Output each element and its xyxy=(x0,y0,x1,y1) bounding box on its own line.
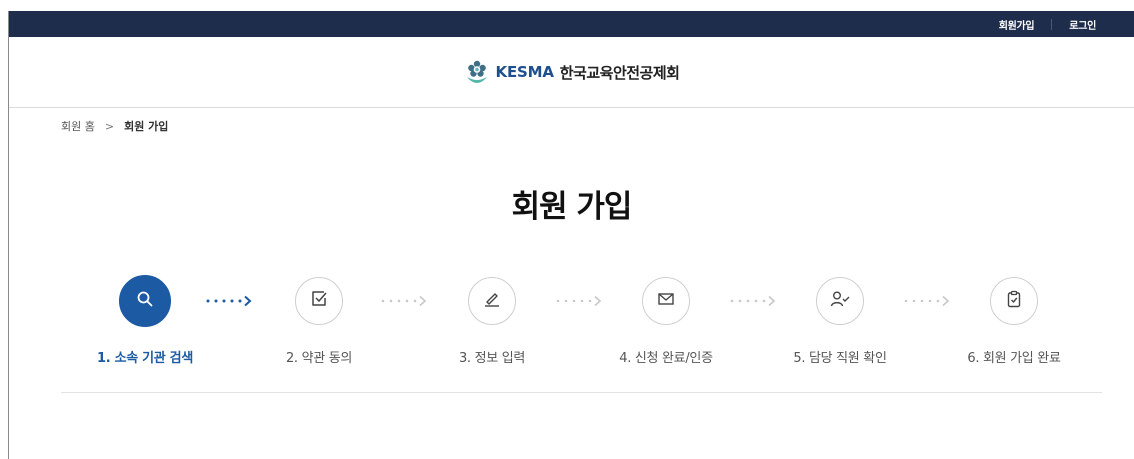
kesma-flower-hand-icon xyxy=(464,59,490,85)
login-link[interactable]: 로그인 xyxy=(1069,17,1096,32)
step-staff-confirmation: 5. 담당 직원 확인 xyxy=(760,277,920,366)
step-signup-complete: 6. 회원 가입 완료 xyxy=(934,277,1094,366)
section-divider xyxy=(61,392,1102,393)
step-info-input: 3. 정보 입력 xyxy=(412,277,572,366)
step-terms-agreement: 2. 약관 동의 xyxy=(239,277,399,366)
breadcrumb: 회원 홈 > 회원 가입 xyxy=(61,118,168,134)
step-label: 1. 소속 기관 검색 xyxy=(96,351,194,366)
topbar-divider xyxy=(1051,18,1053,30)
checkbox-icon xyxy=(309,289,329,313)
step-search-organization: 1. 소속 기관 검색 xyxy=(65,275,225,366)
brand-name-en: KESMA xyxy=(495,63,554,81)
clipboard-check-icon xyxy=(1004,289,1024,313)
step-circle xyxy=(119,275,171,327)
brand-logo[interactable]: KESMA 한국교육안전공제회 xyxy=(464,59,680,85)
step-circle xyxy=(295,277,343,325)
site-header: KESMA 한국교육안전공제회 xyxy=(9,37,1134,108)
search-icon xyxy=(136,290,154,312)
breadcrumb-home[interactable]: 회원 홈 xyxy=(61,118,95,134)
step-label: 3. 정보 입력 xyxy=(458,351,526,366)
breadcrumb-current: 회원 가입 xyxy=(124,120,169,133)
brand-name-ko: 한국교육안전공제회 xyxy=(559,63,680,82)
signup-link[interactable]: 회원가입 xyxy=(999,17,1035,32)
signup-progress-steps: 1. 소속 기관 검색 2. 약관 동의 3. 정보 입력 4. 신청 완료/인… xyxy=(9,275,1134,397)
step-label: 4. 신청 완료/인증 xyxy=(619,351,713,366)
step-circle xyxy=(990,277,1038,325)
step-circle xyxy=(816,277,864,325)
page-title: 회원 가입 xyxy=(511,189,633,225)
step-label: 2. 약관 동의 xyxy=(285,351,353,366)
page-frame: 회원가입 로그인 KESMA 한국교육안전공제회 회원 홈 > 회원 가입 회원… xyxy=(8,11,1134,459)
user-check-icon xyxy=(829,289,851,313)
step-label: 6. 회원 가입 완료 xyxy=(967,351,1061,366)
breadcrumb-separator: > xyxy=(104,119,115,133)
step-request-complete-verify: 4. 신청 완료/인증 xyxy=(586,277,746,366)
mail-icon xyxy=(656,289,676,313)
pencil-icon xyxy=(482,289,502,313)
step-circle xyxy=(468,277,516,325)
step-label: 5. 담당 직원 확인 xyxy=(793,351,887,366)
step-circle xyxy=(642,277,690,325)
top-utility-bar: 회원가입 로그인 xyxy=(9,11,1134,37)
